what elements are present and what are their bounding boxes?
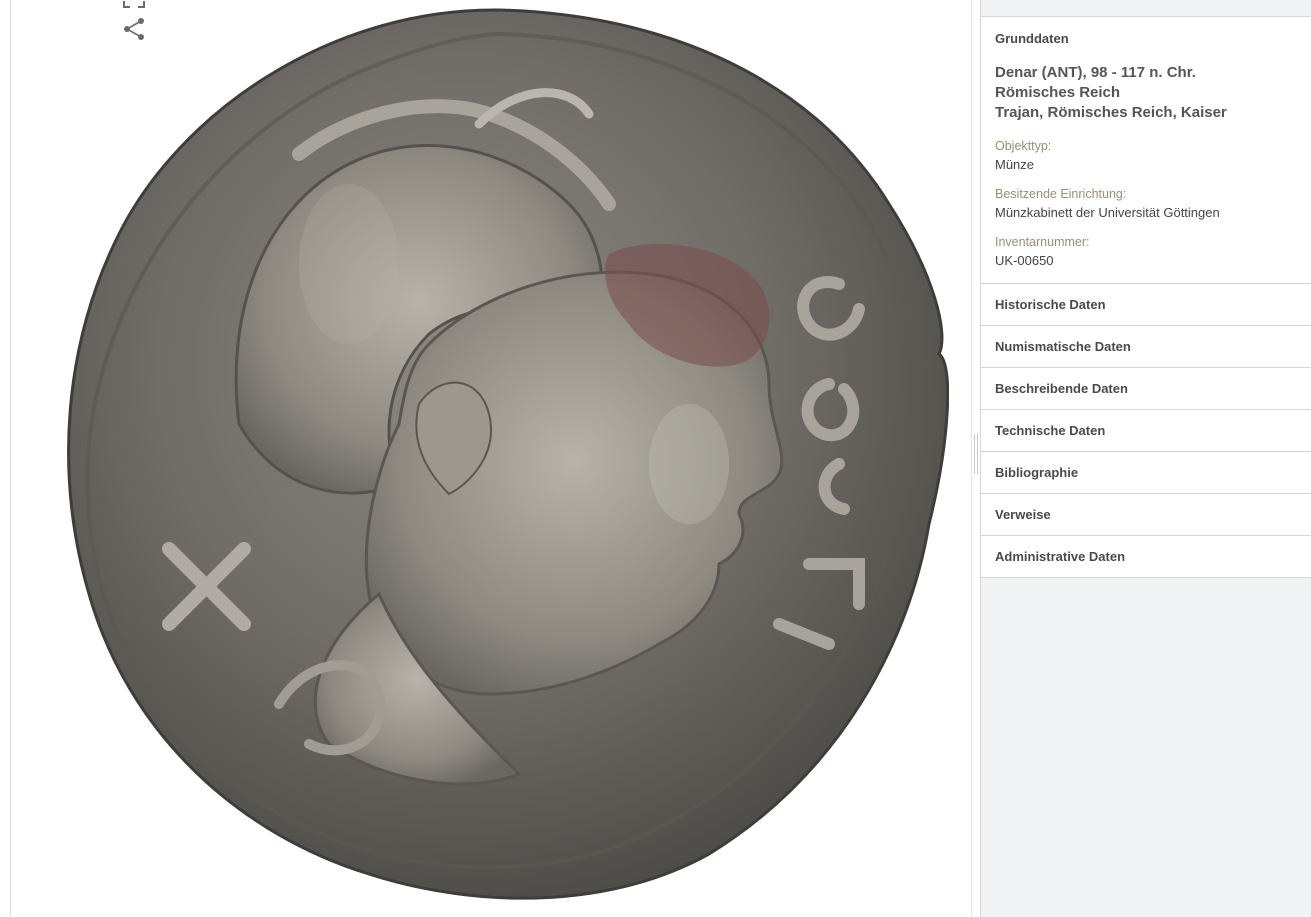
field-besitzende-einrichtung: Besitzende Einrichtung: Münzkabinett der… — [995, 185, 1297, 223]
metadata-panel: Grunddaten Denar (ANT), 98 - 117 n. Chr.… — [980, 0, 1311, 917]
field-label: Objekttyp: — [995, 139, 1052, 153]
section-beschreibende-daten: Beschreibende Daten — [981, 368, 1311, 410]
section-numismatische-daten: Numismatische Daten — [981, 326, 1311, 368]
splitter-grip[interactable] — [974, 434, 978, 474]
object-title: Denar (ANT), 98 - 117 n. Chr. Römisches … — [995, 63, 1297, 123]
field-objekttyp: Objekttyp: Münze — [995, 137, 1297, 175]
section-technische-daten: Technische Daten — [981, 410, 1311, 452]
object-title-line: Trajan, Römisches Reich, Kaiser — [995, 104, 1227, 121]
field-label: Besitzende Einrichtung: — [995, 187, 1127, 201]
section-header-verweise[interactable]: Verweise — [981, 494, 1311, 535]
section-header-beschreibende-daten[interactable]: Beschreibende Daten — [981, 368, 1311, 409]
section-header-historische-daten[interactable]: Historische Daten — [981, 284, 1311, 325]
section-header-grunddaten[interactable]: Grunddaten — [981, 17, 1311, 59]
section-header-technische-daten[interactable]: Technische Daten — [981, 410, 1311, 451]
field-value: Münzkabinett der Universität Göttingen — [995, 205, 1220, 220]
section-verweise: Verweise — [981, 494, 1311, 536]
field-value: UK-00650 — [995, 253, 1054, 268]
section-bibliographie: Bibliographie — [981, 452, 1311, 494]
object-title-line: Denar (ANT), 98 - 117 n. Chr. — [995, 64, 1196, 81]
field-value: Münze — [995, 157, 1035, 172]
coin-image — [67, 8, 949, 900]
section-historische-daten: Historische Daten — [981, 284, 1311, 326]
section-administrative-daten: Administrative Daten — [981, 536, 1311, 578]
field-inventarnummer: Inventarnummer: UK-00650 — [995, 233, 1297, 271]
object-title-line: Römisches Reich — [995, 84, 1121, 101]
panel-top-bar — [981, 0, 1311, 17]
section-body-grunddaten: Denar (ANT), 98 - 117 n. Chr. Römisches … — [981, 63, 1311, 283]
panel-splitter[interactable] — [972, 0, 980, 917]
section-header-administrative-daten[interactable]: Administrative Daten — [981, 536, 1311, 577]
image-viewer[interactable] — [10, 0, 972, 917]
section-header-bibliographie[interactable]: Bibliographie — [981, 452, 1311, 493]
field-label: Inventarnummer: — [995, 235, 1090, 249]
section-header-numismatische-daten[interactable]: Numismatische Daten — [981, 326, 1311, 367]
section-grunddaten: Grunddaten Denar (ANT), 98 - 117 n. Chr.… — [981, 17, 1311, 284]
